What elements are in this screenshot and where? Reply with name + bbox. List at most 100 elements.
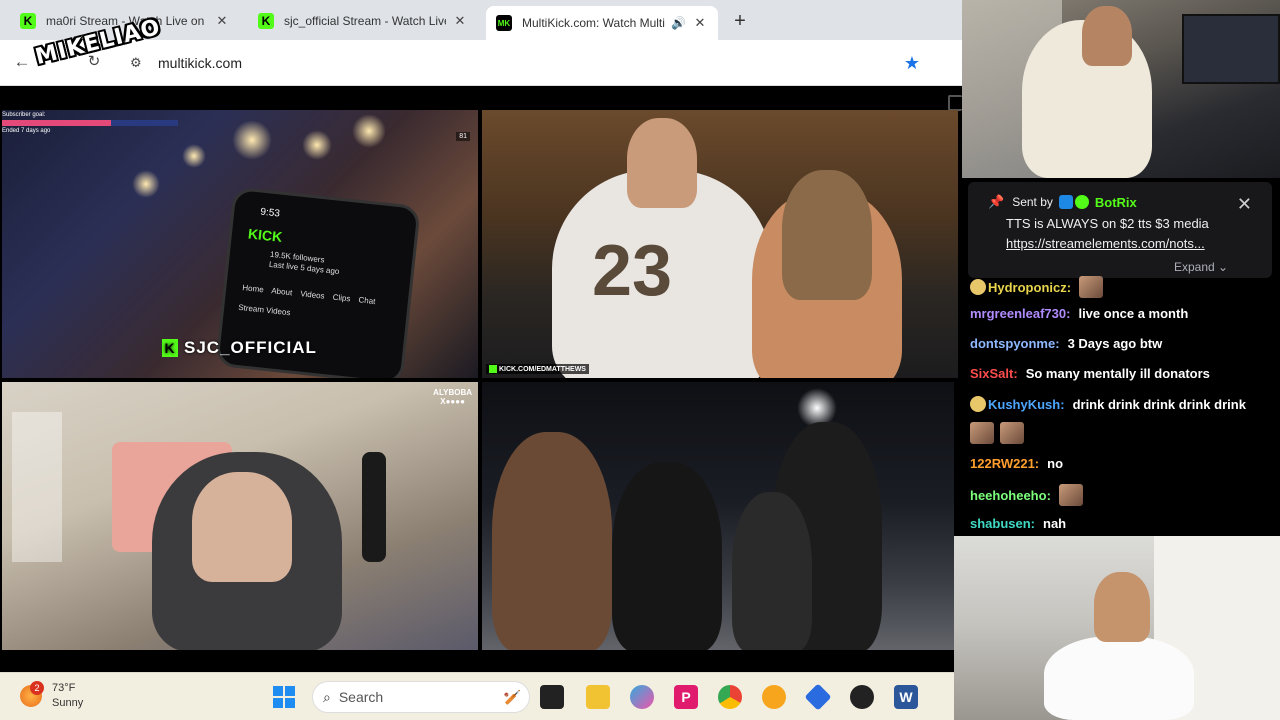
kick-logo-icon <box>489 365 497 373</box>
phone-section: Stream Videos <box>237 302 291 318</box>
app-diamond-icon[interactable] <box>804 683 832 711</box>
chat-emote-icon <box>970 422 994 444</box>
stream-tile-edmatthews[interactable]: 23 KICK.COM/EDMATTHEWS <box>482 110 958 378</box>
phone-kick-logo: KICK <box>247 225 283 245</box>
windows-start-icon[interactable] <box>273 686 295 708</box>
task-view-icon[interactable] <box>540 685 564 709</box>
search-highlight-icon: 🏏 <box>503 688 521 705</box>
chrome-icon[interactable] <box>718 685 742 709</box>
chat-message: SixSalt: So many mentally ill donators <box>970 366 1210 381</box>
phone-tabs: Home About Videos Clips Chat <box>241 283 376 307</box>
tab-sjc-official[interactable]: K sjc_official Stream - Watch Live ✕ <box>248 6 478 36</box>
chat-message <box>970 422 1024 444</box>
chat-text: no <box>1047 456 1064 471</box>
channel-logo: ALYBOBA X●●●● <box>433 388 472 406</box>
taskbar: 2 73°F Sunny ⌕ Search 🏏 P W <box>0 672 954 720</box>
search-placeholder: Search <box>338 689 384 705</box>
stream-tile-alyboba[interactable]: ALYBOBA X●●●● <box>2 382 478 650</box>
browser-window: K ma0ri Stream - Watch Live on K ✕ K sjc… <box>0 0 962 672</box>
weather-condition: Sunny <box>52 697 84 709</box>
pinned-sender: BotRix <box>1094 194 1137 210</box>
file-explorer-icon[interactable] <box>586 685 610 709</box>
tab-ma0ri[interactable]: K ma0ri Stream - Watch Live on K ✕ <box>10 6 240 36</box>
chevron-down-icon: ⌄ <box>1218 260 1229 274</box>
reload-icon[interactable]: ↻ <box>84 52 104 70</box>
sub-goal-fill <box>2 120 112 126</box>
site-info-icon[interactable]: ⚙ <box>130 55 152 71</box>
tab-multikick[interactable]: MK MultiKick.com: Watch Multi 🔊 ✕ <box>486 6 718 40</box>
url-text[interactable]: multikick.com <box>158 55 904 71</box>
chat-text: drink drink drink drink drink <box>1072 396 1246 412</box>
chat-username[interactable]: shabusen: <box>970 516 1035 531</box>
close-tab-icon[interactable]: ✕ <box>692 15 708 31</box>
chat-text: live once a month <box>1078 306 1189 321</box>
pin-icon: 📌 <box>988 194 1005 209</box>
obs-icon[interactable] <box>850 685 874 709</box>
streamer-shirt <box>1044 636 1194 720</box>
back-arrow-icon[interactable]: ← <box>12 52 32 72</box>
sub-goal-bar <box>2 120 178 126</box>
close-tab-icon[interactable]: ✕ <box>214 13 230 29</box>
new-tab-button[interactable]: + <box>730 10 750 33</box>
chat-text: 3 Days ago btw <box>1067 336 1163 351</box>
extensions-icon[interactable] <box>948 95 962 111</box>
user-badge-icon <box>970 279 986 295</box>
kick-logo-icon: K <box>162 339 178 357</box>
display-shelf <box>12 412 62 562</box>
desktop: K ma0ri Stream - Watch Live on K ✕ K sjc… <box>0 0 1280 720</box>
chat-username[interactable]: SixSalt: <box>970 366 1018 381</box>
chat-message: mrgreenleaf730: live once a month <box>970 306 1188 321</box>
person-head <box>627 118 697 208</box>
chat-username[interactable]: dontspyonme: <box>970 336 1060 351</box>
kick-logo-icon: K <box>20 13 36 29</box>
sun-icon: 2 <box>20 681 44 707</box>
expand-button[interactable]: Expand ⌄ <box>1174 260 1228 274</box>
chat-username[interactable]: mrgreenleaf730: <box>970 306 1070 321</box>
streamer-head <box>1082 6 1132 66</box>
chat-emote-icon <box>1058 484 1083 506</box>
sun-app-icon[interactable] <box>762 685 786 709</box>
webcam-bottom <box>954 536 1280 720</box>
chat-username[interactable]: 122RW221: <box>970 456 1039 471</box>
word-icon[interactable]: W <box>894 685 918 709</box>
person-2 <box>612 462 722 650</box>
chat-username[interactable]: heehoheeho: <box>970 488 1051 503</box>
sub-goal-label: Subscriber goal: <box>2 112 46 118</box>
stream-tile-sjc-official[interactable]: Subscriber goal: Ended 7 days ago 81 9:5… <box>2 110 478 378</box>
microphone <box>362 452 386 562</box>
user-badge-icon <box>970 396 986 412</box>
omnibox[interactable]: ⚙ multikick.com ★ <box>122 46 932 80</box>
address-bar: ← ↻ ⚙ multikick.com ★ <box>0 40 962 111</box>
close-icon[interactable]: ✕ <box>1237 194 1252 215</box>
phone-time: 9:53 <box>259 206 281 220</box>
pinned-header: 📌 Sent by BotRix <box>988 194 1137 210</box>
tab-title: sjc_official Stream - Watch Live <box>284 14 446 28</box>
pinned-message: 📌 Sent by BotRix ✕ TTS is ALWAYS on $2 t… <box>968 182 1272 278</box>
chat-username[interactable]: KushyKush: <box>988 397 1065 412</box>
stream-tile-irl-night[interactable] <box>482 382 954 650</box>
channel-watermark: K SJC_OFFICIAL <box>162 338 317 358</box>
speaker-icon[interactable]: 🔊 <box>671 16 686 30</box>
sent-by-label: Sent by <box>1012 195 1053 209</box>
streamer-face <box>1094 572 1150 642</box>
tab-strip: K ma0ri Stream - Watch Live on K ✕ K sjc… <box>0 0 962 40</box>
search-icon: ⌕ <box>323 688 331 705</box>
chat-message: dontspyonme: 3 Days ago btw <box>970 336 1162 351</box>
weather-widget[interactable]: 2 73°F Sunny <box>20 681 83 711</box>
multikick-logo-icon: MK <box>496 15 512 31</box>
chat-message: Hydroponicz: <box>970 276 1104 298</box>
taskbar-search[interactable]: ⌕ Search 🏏 <box>312 681 530 713</box>
person-hair <box>782 170 872 300</box>
webcam-top <box>962 0 1280 178</box>
bookmark-star-icon[interactable]: ★ <box>904 53 920 74</box>
pinned-link[interactable]: https://streamelements.com/nots... <box>1006 236 1205 251</box>
monitor <box>1182 14 1280 84</box>
weather-temp: 73°F <box>52 682 76 694</box>
close-tab-icon[interactable]: ✕ <box>452 13 468 29</box>
channel-name: SJC_OFFICIAL <box>184 338 317 357</box>
chat-username[interactable]: Hydroponicz: <box>988 280 1071 295</box>
chat-text: nah <box>1043 516 1067 531</box>
copilot-icon[interactable] <box>630 685 654 709</box>
verified-badge-icon <box>1074 195 1089 209</box>
picsart-icon[interactable]: P <box>674 685 698 709</box>
